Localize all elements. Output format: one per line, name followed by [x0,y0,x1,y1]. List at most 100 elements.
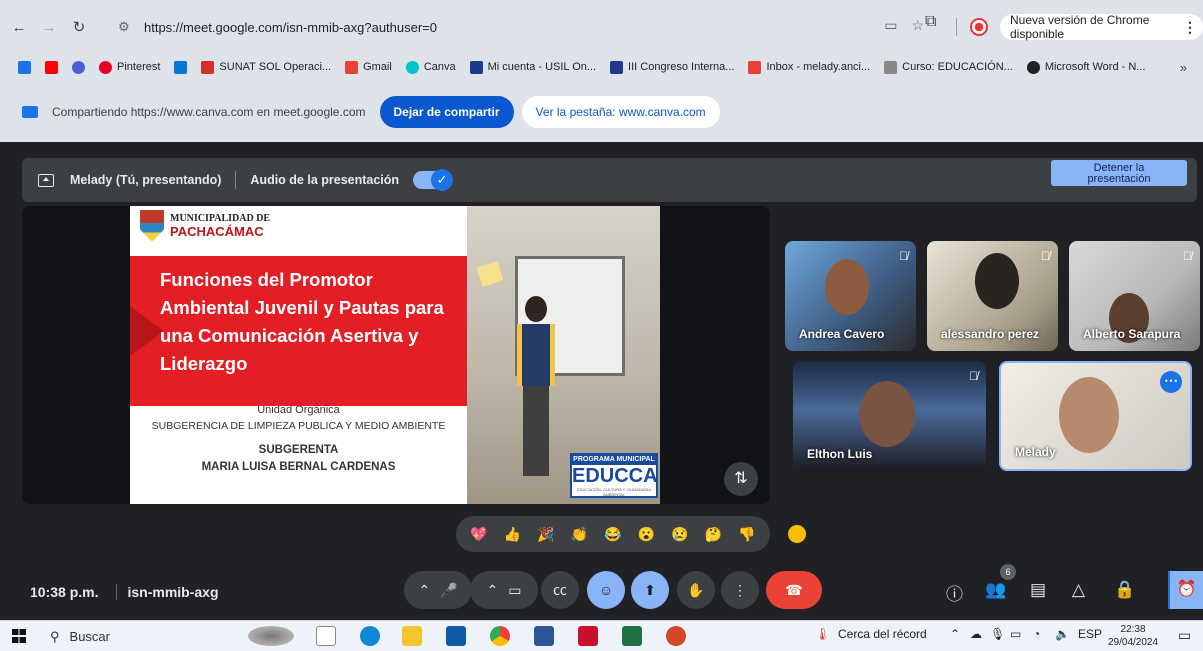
course-icon [884,60,898,74]
bookmark-star-icon[interactable]: ☆ [911,17,924,34]
youtube-icon[interactable] [45,60,58,74]
mic-control[interactable]: ⌃ 🎤 [404,571,472,609]
notifications-icon[interactable]: ▭ [1178,627,1191,644]
chat-icon[interactable]: ▤ [1030,580,1046,600]
activities-icon[interactable]: △ [1072,580,1085,600]
volume-icon[interactable]: 🔈 [1055,627,1070,641]
bookmark-item[interactable]: III Congreso Interna... [610,60,734,74]
bookmark-item[interactable]: Curso: EDUCACIÓN... [884,60,1013,74]
cast-icon[interactable]: ▭ [884,17,897,34]
word-icon[interactable] [534,626,554,646]
laugh-reaction-icon[interactable]: 😂 [602,523,624,545]
site-info-icon[interactable]: ⚙ [118,19,136,35]
swap-layout-icon[interactable]: ⇅ [724,462,758,496]
edge-icon[interactable] [360,626,380,646]
sharing-text: Compartiendo https://www.canva.com en me… [52,105,366,119]
captions-icon: ㏄ [553,582,567,598]
check-icon: ✓ [431,169,454,191]
surprised-reaction-icon[interactable]: 😮 [636,523,658,545]
participant-tile[interactable]: 🎙̸ Andrea Cavero [785,241,916,351]
skin-tone-picker[interactable] [788,525,806,543]
battery-icon[interactable]: ▭ [1010,627,1021,641]
arrow-decoration [130,306,164,356]
stop-presenting-button[interactable]: Detener la presentación [1051,160,1187,186]
taskbar-widget-image[interactable] [248,626,294,646]
gmail-icon [748,60,762,74]
leave-call-button[interactable]: ☎ [766,571,822,609]
mic-icon[interactable]: 🎤 [440,582,457,599]
more-bookmarks-icon[interactable]: » [1180,60,1187,75]
more-options-button[interactable]: ⋮ [721,571,759,609]
clap-reaction-icon[interactable]: 👏 [568,523,590,545]
participant-tile[interactable]: 🎙̸ alessandro perez [927,241,1058,351]
windows-start-icon[interactable] [12,629,26,643]
recording-indicator-icon[interactable] [970,18,988,36]
show-hidden-icons[interactable]: ⌃ [950,627,960,641]
address-bar[interactable]: ⚙ https://meet.google.com/isn-mmib-axg?a… [112,14,932,40]
raise-hand-button[interactable]: ✋ [677,571,715,609]
more-options-icon[interactable]: ⋯ [1160,371,1182,393]
outlook-icon[interactable] [174,60,188,74]
reload-icon[interactable]: ↻ [68,16,90,38]
bookmark-label: Curso: EDUCACIÓN... [902,61,1013,73]
poster [476,261,504,287]
chevron-up-icon[interactable]: ⌃ [418,582,430,599]
alarm-icon[interactable]: ⏰ [1168,571,1203,609]
mic-tray-icon[interactable]: 🎙 [990,627,1005,641]
party-reaction-icon[interactable]: 🎉 [535,523,557,545]
present-button[interactable]: ⬆ [631,571,669,609]
heart-reaction-icon[interactable]: 💖 [468,523,490,545]
store-icon[interactable] [446,626,466,646]
task-view-icon[interactable] [316,626,336,646]
excel-icon[interactable] [622,626,642,646]
bookmark-item[interactable]: Gmail [345,60,392,74]
bookmark-item[interactable]: SUNAT SOL Operaci... [201,60,331,74]
presentation-audio-toggle[interactable]: ✓ [413,169,454,191]
host-controls-icon[interactable]: 🔒 [1114,580,1135,600]
thumbs-down-reaction-icon[interactable]: 👎 [736,523,758,545]
extensions-icon[interactable]: ⧉ [925,13,936,31]
info-icon[interactable]: ⓘ [946,580,963,605]
chrome-menu-icon[interactable]: ⋮ [1183,19,1197,36]
presenter-name: Melady (Tú, presentando) [70,173,222,187]
sad-reaction-icon[interactable]: 😢 [669,523,691,545]
acrobat-icon[interactable] [578,626,598,646]
wifi-icon[interactable]: ◔ [1033,627,1040,641]
forward-icon[interactable]: → [38,16,60,38]
taskbar-search[interactable]: ⚲ Buscar [50,625,230,648]
bookmark-item[interactable]: Inbox - melady.anci... [748,60,870,74]
people-icon[interactable]: 👥 [985,580,1006,600]
apps-icon[interactable] [18,60,31,74]
stop-sharing-button[interactable]: Dejar de compartir [379,96,514,128]
participant-tile-self[interactable]: ⋯ Melady [999,361,1192,471]
sharing-infobar: Compartiendo https://www.canva.com en me… [0,82,1203,142]
bookmark-item[interactable]: Pinterest [99,60,160,74]
slide-title-box: Funciones del Promotor Ambiental Juvenil… [130,256,467,406]
participant-name: alessandro perez [941,327,1040,341]
language-indicator[interactable]: ESP [1078,627,1102,641]
chevron-up-icon[interactable]: ⌃ [487,582,499,599]
thermometer-icon[interactable]: 🌡 [815,627,830,641]
view-tab-button[interactable]: Ver la pestaña: www.canva.com [521,96,720,128]
camera-control[interactable]: ⌃ ▭ [470,571,538,609]
bookmark-item[interactable]: Canva [405,60,456,74]
file-explorer-icon[interactable] [402,626,422,646]
powerpoint-icon[interactable] [666,626,686,646]
participant-tile[interactable]: 🎙̸ Alberto Sarapura [1069,241,1200,351]
captions-button[interactable]: ㏄ [541,571,579,609]
bookmark-item[interactable]: Microsoft Word - N... [1026,60,1145,74]
chrome-icon[interactable] [490,626,510,646]
cloud-icon[interactable]: ☁ [970,627,982,641]
zoom-icon[interactable] [72,60,85,74]
thinking-reaction-icon[interactable]: 🤔 [703,523,725,545]
canva-icon [405,60,419,74]
back-icon[interactable]: ← [8,16,30,38]
participant-tile[interactable]: 🎙̸ Elthon Luis [793,361,986,471]
emoji-button[interactable]: ☺ [587,571,625,609]
chrome-update-button[interactable]: Nueva versión de Chrome disponible ⋮ [1000,13,1203,41]
thumbs-up-reaction-icon[interactable]: 👍 [501,523,523,545]
weather-text[interactable]: Cerca del récord [838,627,927,641]
camera-icon[interactable]: ▭ [508,582,521,599]
bookmark-item[interactable]: Mi cuenta - USIL On... [469,60,596,74]
taskbar-clock[interactable]: 22:38 29/04/2024 [1108,623,1158,649]
